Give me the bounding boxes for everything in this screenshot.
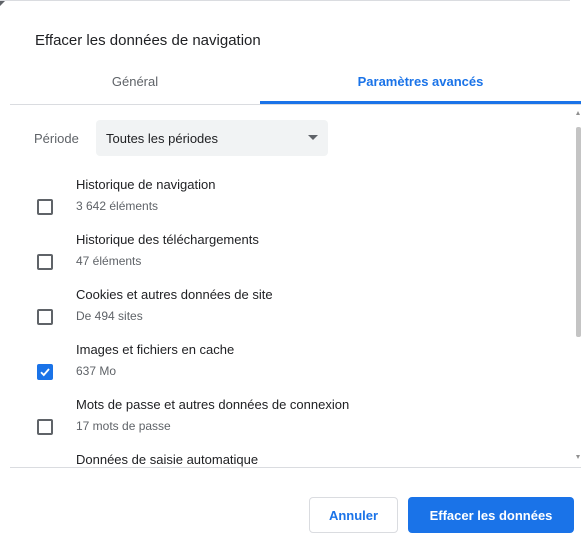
tab-advanced-label: Paramètres avancés (357, 74, 484, 89)
cancel-button[interactable]: Annuler (309, 497, 398, 533)
dropdown-arrow-icon (308, 135, 318, 140)
option-label: Données de saisie automatique (76, 452, 259, 467)
scroll-up-arrow-icon[interactable] (576, 111, 580, 115)
option-label: Mots de passe et autres données de conne… (76, 397, 350, 412)
browsing-history-checkbox[interactable] (37, 199, 53, 215)
scrollbar[interactable] (573, 105, 581, 467)
option-passwords[interactable]: Mots de passe et autres données de conne… (10, 397, 550, 451)
option-cookies[interactable]: Cookies et autres données de site De 494… (10, 287, 550, 341)
period-select-value: Toutes les périodes (106, 130, 219, 146)
option-label: Historique de navigation (76, 177, 216, 192)
cached-images-checkbox[interactable] (37, 364, 53, 380)
dialog-title: Effacer les données de navigation (35, 32, 261, 49)
tab-selected-indicator (260, 101, 581, 104)
option-detail: 47 éléments (76, 254, 142, 268)
footer-divider (10, 467, 581, 468)
top-border (0, 0, 570, 1)
option-label: Cookies et autres données de site (76, 287, 273, 302)
options-scroll-area[interactable]: Période Toutes les périodes Historique d… (10, 105, 581, 467)
checkmark-icon (40, 368, 50, 377)
option-detail: De 494 sites (76, 309, 143, 323)
download-history-checkbox[interactable] (37, 254, 53, 270)
option-label: Images et fichiers en cache (76, 342, 235, 357)
option-cached-images[interactable]: Images et fichiers en cache 637 Mo (10, 342, 550, 396)
scroll-thumb[interactable] (576, 127, 581, 337)
scroll-down-arrow-icon[interactable] (576, 455, 580, 459)
option-detail: 17 mots de passe (76, 419, 171, 433)
period-label: Période (34, 130, 79, 146)
clear-data-button[interactable]: Effacer les données (408, 497, 574, 533)
passwords-checkbox[interactable] (37, 419, 53, 435)
tab-general[interactable]: Général (10, 62, 260, 102)
option-download-history[interactable]: Historique des téléchargements 47 élémen… (10, 232, 550, 286)
period-select[interactable]: Toutes les périodes (96, 120, 328, 156)
option-detail: 637 Mo (76, 364, 117, 378)
tab-bar: Général Paramètres avancés (10, 62, 581, 105)
tab-advanced-settings[interactable]: Paramètres avancés (260, 62, 581, 104)
option-detail: 3 642 éléments (76, 199, 159, 213)
option-autofill[interactable]: Données de saisie automatique (10, 452, 550, 467)
option-browsing-history[interactable]: Historique de navigation 3 642 éléments (10, 177, 550, 231)
cookies-checkbox[interactable] (37, 309, 53, 325)
period-row: Période Toutes les périodes (34, 120, 328, 156)
option-label: Historique des téléchargements (76, 232, 259, 247)
